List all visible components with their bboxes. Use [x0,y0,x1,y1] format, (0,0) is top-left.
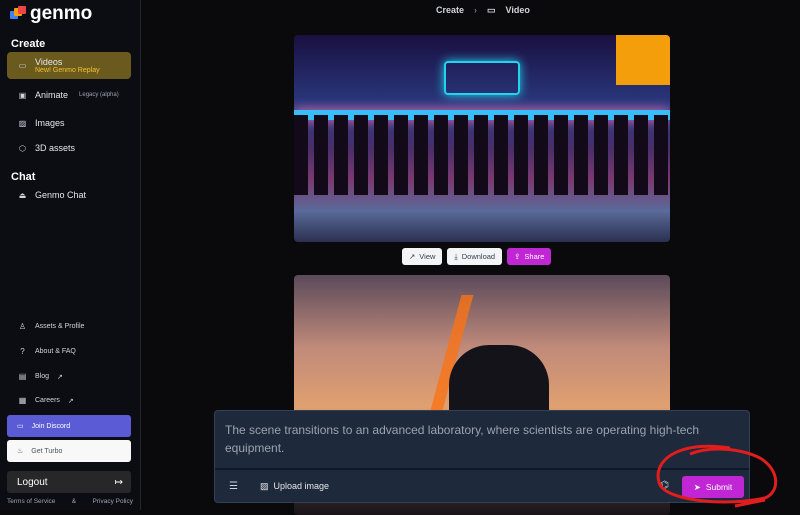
newspaper-icon: ▤ [18,372,27,381]
sidebar-item-images[interactable]: ▨ Images [7,118,131,128]
share-button[interactable]: ⇪ Share [507,248,552,265]
footer-links: Terms of Service & Privacy Policy [7,498,133,505]
label: Genmo Chat [35,190,87,200]
sidebar-item-genmo-chat[interactable]: ⏏ Genmo Chat [7,190,131,200]
sidebar-item-animate[interactable]: ▣ Animate Legacy (alpha) [7,90,131,100]
video-camera-icon: ▭ [487,5,496,15]
label: Upload image [273,481,330,491]
label: Blog [35,373,50,380]
sidebar: genmo Create ▭ Videos New! Genmo Replay ▣… [0,0,141,510]
orange-panel [616,35,670,85]
settings-sliders-icon[interactable]: ☰ [229,481,238,492]
logout-button[interactable]: Logout ↦ [7,471,131,493]
image-icon: ▨ [18,118,27,128]
terms-link[interactable]: Terms of Service [7,498,55,505]
join-discord-button[interactable]: ▭ Join Discord [7,415,131,437]
user-icon: ♙ [18,322,27,331]
flame-icon: ♨ [17,448,24,455]
external-link-icon: ↗ [57,373,63,381]
gif-icon: ▣ [18,90,27,100]
view-button[interactable]: ↗ View [402,248,443,265]
sidebar-item-3d-assets[interactable]: ⬡ 3D assets [7,143,131,153]
sublabel: New! Genmo Replay [35,67,100,74]
label: Images [35,118,65,128]
external-link-icon: ↗ [67,397,74,405]
crowd-silhouettes [294,115,670,195]
question-icon: ? [20,347,25,356]
external-link-icon: ↗ [409,252,416,261]
download-icon: ⤓ [454,251,458,261]
breadcrumb: Create › ▭ Video [436,5,530,16]
label: Careers [35,397,60,404]
create-heading: Create [11,38,46,50]
label: About & FAQ [35,348,76,355]
breadcrumb-create[interactable]: Create [436,5,464,16]
upload-image-button[interactable]: ▨ Upload image [260,481,329,492]
label: Download [461,252,496,261]
label: Animate [35,90,69,100]
breadcrumb-separator: › [474,5,478,15]
label: View [419,252,436,261]
sidebar-item-assets-profile[interactable]: ♙ Assets & Profile [7,322,131,331]
sidebar-item-videos[interactable]: ▭ Videos New! Genmo Replay [7,52,131,79]
label: Assets & Profile [35,323,85,330]
sidebar-item-blog[interactable]: ▤ Blog ↗ [7,372,131,381]
video-camera-icon: ▭ [18,61,27,70]
label: Logout [17,476,48,488]
sidebar-item-careers[interactable]: ▦ Careers ↗ [7,396,131,405]
separator: & [71,498,77,505]
logo-icon [10,6,26,22]
discord-icon: ▭ [17,423,24,430]
legacy-badge: Legacy (alpha) [79,92,119,98]
share-icon: ⇪ [514,252,521,261]
red-annotation-circle [656,444,778,508]
logout-icon: ↦ [114,476,123,488]
chat-heading: Chat [11,171,36,183]
label: Videos [35,57,63,67]
video-actions: ↗ View ⤓ Download ⇪ Share [402,248,552,265]
briefcase-icon: ▦ [18,396,27,405]
label: Share [524,252,545,261]
breadcrumb-video: Video [505,5,530,15]
cube-icon: ⬡ [19,143,26,153]
get-turbo-button[interactable]: ♨ Get Turbo [7,440,131,462]
label: Get Turbo [31,447,63,455]
bot-icon: ⏏ [18,190,27,200]
neon-sign [444,61,520,95]
sidebar-item-about-faq[interactable]: ? About & FAQ [7,347,131,356]
image-plus-icon: ▨ [259,481,269,491]
label: 3D assets [35,143,76,153]
download-button[interactable]: ⤓ Download [447,248,503,265]
privacy-link[interactable]: Privacy Policy [93,498,133,505]
logo-text: genmo [30,3,93,24]
label: Join Discord [31,422,71,430]
genmo-logo[interactable]: genmo [10,3,92,25]
generated-video-1[interactable] [294,35,670,242]
